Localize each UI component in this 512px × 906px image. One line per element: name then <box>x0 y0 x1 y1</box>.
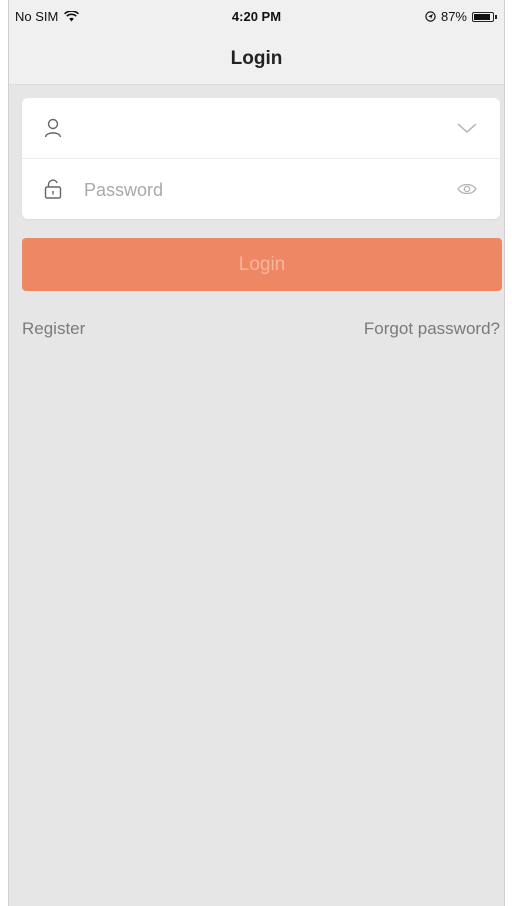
status-bar: No SIM 4:20 PM 87% <box>9 0 504 34</box>
phone-screen: No SIM 4:20 PM 87% Login Login Register … <box>8 0 505 906</box>
battery-percent: 87% <box>440 9 467 24</box>
username-input[interactable] <box>82 112 426 146</box>
battery-icon <box>472 11 497 22</box>
battery-fill <box>474 13 490 20</box>
nav-bar: Login <box>9 34 504 85</box>
page-title: Login <box>230 48 283 69</box>
password-row <box>22 159 500 219</box>
chevron-down-icon[interactable] <box>456 118 478 138</box>
status-right: 87% <box>425 9 497 24</box>
lock-icon <box>42 178 64 200</box>
login-button[interactable]: Login <box>22 238 502 291</box>
register-link[interactable]: Register <box>22 319 85 339</box>
forgot-password-link[interactable]: Forgot password? <box>364 319 500 339</box>
login-form-card <box>22 98 500 219</box>
eye-icon[interactable] <box>456 179 478 199</box>
location-icon <box>425 11 436 22</box>
user-icon <box>42 117 64 139</box>
password-input[interactable] <box>82 173 426 207</box>
username-row <box>22 98 500 159</box>
